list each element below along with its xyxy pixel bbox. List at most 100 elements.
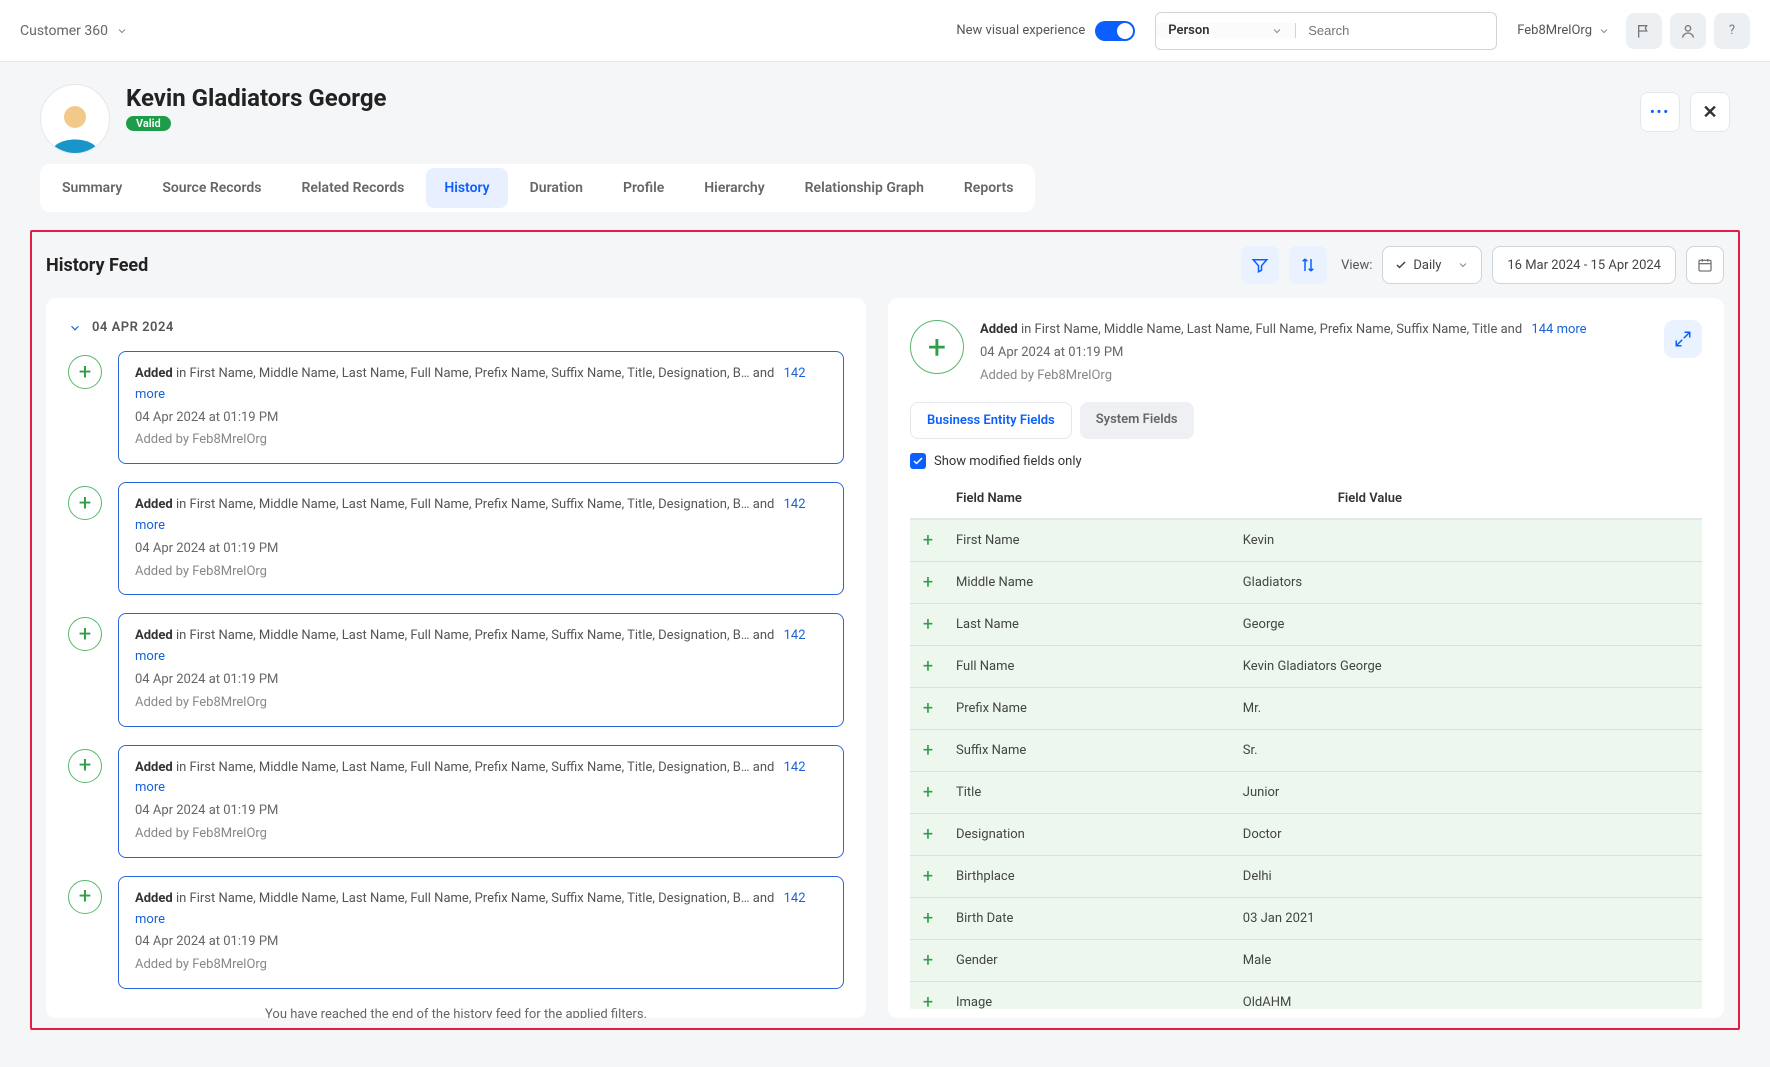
tab-duration[interactable]: Duration (512, 168, 601, 208)
more-actions-button[interactable]: ••• (1640, 92, 1680, 132)
feed-by: Added by Feb8MrelOrg (135, 955, 827, 976)
field-name-cell: Image (946, 982, 1233, 1010)
feed-card[interactable]: Added in First Name, Middle Name, Last N… (118, 745, 844, 858)
date-group[interactable]: 04 APR 2024 (68, 320, 844, 335)
more-icon: ••• (1650, 105, 1670, 120)
expand-button[interactable] (1664, 320, 1702, 358)
field-value-cell: Doctor (1233, 814, 1702, 856)
feed-timestamp: 04 Apr 2024 at 01:19 PM (135, 670, 827, 691)
filter-button[interactable] (1241, 246, 1279, 284)
feed-card[interactable]: Added in First Name, Middle Name, Last N… (118, 613, 844, 726)
field-value-cell: Gladiators (1233, 562, 1702, 604)
table-row: + Title Junior (910, 772, 1702, 814)
tab-source-records[interactable]: Source Records (144, 168, 279, 208)
tabs: SummarySource RecordsRelated RecordsHist… (40, 164, 1035, 212)
new-visual-toggle-wrap: New visual experience (956, 21, 1135, 41)
feed-card[interactable]: Added in First Name, Middle Name, Last N… (118, 351, 844, 464)
tab-related-records[interactable]: Related Records (283, 168, 422, 208)
view-select[interactable]: Daily (1382, 246, 1482, 284)
user-button[interactable] (1670, 13, 1706, 49)
history-controls: View: Daily 16 Mar 2024 - 15 Apr 2024 (1241, 246, 1724, 284)
app-switcher[interactable]: Customer 360 (20, 23, 128, 39)
feed-by: Added by Feb8MrelOrg (135, 824, 827, 845)
org-switcher[interactable]: Feb8MrelOrg (1517, 23, 1610, 38)
topbar-icons: ? (1626, 13, 1750, 49)
detail-header-text: Added in First Name, Middle Name, Last N… (980, 320, 1648, 386)
calendar-button[interactable] (1686, 246, 1724, 284)
added-icon: + (68, 355, 102, 389)
subtab-business-entity[interactable]: Business Entity Fields (910, 402, 1072, 439)
field-name-cell: Middle Name (946, 562, 1233, 604)
record-title: Kevin Gladiators George (126, 84, 387, 112)
feed-more-link[interactable]: 142 more (135, 760, 806, 796)
new-visual-label: New visual experience (956, 23, 1085, 38)
sort-button[interactable] (1289, 246, 1327, 284)
feed-row: + Added in First Name, Middle Name, Last… (68, 351, 844, 464)
help-button[interactable]: ? (1714, 13, 1750, 49)
tab-relationship-graph[interactable]: Relationship Graph (787, 168, 942, 208)
feed-list: + Added in First Name, Middle Name, Last… (68, 351, 844, 989)
flag-button[interactable] (1626, 13, 1662, 49)
feed-more-link[interactable]: 142 more (135, 366, 806, 402)
feed-more-link[interactable]: 142 more (135, 497, 806, 533)
field-name-cell: Birth Date (946, 898, 1233, 940)
avatar-icon (48, 99, 102, 153)
feed-line1: Added in First Name, Middle Name, Last N… (135, 364, 827, 406)
plus-icon: + (923, 782, 933, 803)
new-visual-toggle[interactable] (1095, 21, 1135, 41)
tab-summary[interactable]: Summary (44, 168, 140, 208)
close-button[interactable]: ✕ (1690, 92, 1730, 132)
chevron-down-icon (1598, 25, 1610, 37)
feed-card[interactable]: Added in First Name, Middle Name, Last N… (118, 876, 844, 989)
resize-handle[interactable]: ⋮ (888, 668, 890, 689)
detail-timestamp: 04 Apr 2024 at 01:19 PM (980, 343, 1648, 364)
field-name-cell: Last Name (946, 604, 1233, 646)
field-value-cell: 03 Jan 2021 (1233, 898, 1702, 940)
sort-icon (1299, 256, 1317, 274)
tab-reports[interactable]: Reports (946, 168, 1032, 208)
search-entity-select[interactable]: Person (1156, 23, 1296, 38)
table-row: + Full Name Kevin Gladiators George (910, 646, 1702, 688)
show-modified-checkbox[interactable] (910, 453, 926, 469)
tabs-wrap: SummarySource RecordsRelated RecordsHist… (0, 164, 1770, 212)
added-icon: + (910, 320, 964, 374)
table-row: + Image OldAHM (910, 982, 1702, 1010)
plus-icon: + (923, 698, 933, 719)
record-title-wrap: Kevin Gladiators George Valid (126, 84, 387, 131)
field-table-scroll[interactable]: + First Name Kevin + Middle Name Gladiat… (910, 519, 1702, 1009)
detail-by: Added by Feb8MrelOrg (980, 366, 1648, 387)
added-icon: + (68, 880, 102, 914)
tab-profile[interactable]: Profile (605, 168, 682, 208)
field-value-cell: Sr. (1233, 730, 1702, 772)
feed-row: + Added in First Name, Middle Name, Last… (68, 876, 844, 989)
field-value-cell: Male (1233, 940, 1702, 982)
table-row: + Middle Name Gladiators (910, 562, 1702, 604)
subtab-system-fields[interactable]: System Fields (1080, 402, 1194, 439)
feed-card[interactable]: Added in First Name, Middle Name, Last N… (118, 482, 844, 595)
tab-history[interactable]: History (426, 168, 507, 208)
feed-more-link[interactable]: 142 more (135, 891, 806, 927)
tab-hierarchy[interactable]: Hierarchy (686, 168, 782, 208)
feed-timestamp: 04 Apr 2024 at 01:19 PM (135, 801, 827, 822)
detail-more-link[interactable]: 144 more (1531, 322, 1586, 337)
added-icon: + (68, 617, 102, 651)
chevron-down-icon (68, 321, 82, 335)
feed-more-link[interactable]: 142 more (135, 628, 806, 664)
plus-icon: + (923, 656, 933, 677)
record-header: Kevin Gladiators George Valid ••• ✕ (0, 62, 1770, 164)
feed-line1: Added in First Name, Middle Name, Last N… (135, 758, 827, 800)
plus-icon: + (923, 740, 933, 761)
feed-timestamp: 04 Apr 2024 at 01:19 PM (135, 932, 827, 953)
feed-by: Added by Feb8MrelOrg (135, 562, 827, 583)
feed-by: Added by Feb8MrelOrg (135, 693, 827, 714)
search-combo: Person (1155, 12, 1497, 50)
show-modified-row[interactable]: Show modified fields only (910, 453, 1702, 469)
feed-row: + Added in First Name, Middle Name, Last… (68, 745, 844, 858)
field-value-cell: Kevin (1233, 520, 1702, 562)
search-input[interactable] (1308, 23, 1484, 38)
date-range[interactable]: 16 Mar 2024 - 15 Apr 2024 (1492, 246, 1676, 284)
plus-icon: + (923, 824, 933, 845)
plus-icon: + (923, 908, 933, 929)
field-value-cell: George (1233, 604, 1702, 646)
help-icon: ? (1729, 23, 1735, 38)
